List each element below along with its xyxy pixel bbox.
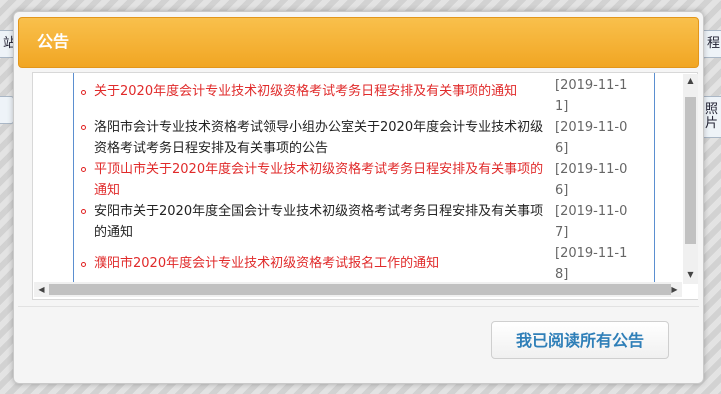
horizontal-scroll-thumb[interactable] — [49, 284, 671, 295]
dialog-title: 公告 — [37, 32, 70, 51]
announcement-date: [2019-11-18] — [555, 246, 628, 282]
announcement-date: [2019-11-11] — [555, 78, 628, 114]
announcement-date: [2019-11-06] — [555, 120, 628, 156]
announcement-list-frame: 关于2020年度会计专业技术初级资格考试考务日程安排及有关事项的通知 [2019… — [32, 72, 698, 300]
announcement-link[interactable]: 安阳市关于2020年度全国会计专业技术初级资格考试考务日程安排及有关事项的通知 — [94, 201, 546, 243]
announcement-link[interactable]: 平顶山市关于2020年度会计专业技术初级资格考试考务日程安排及有关事项的通知 — [94, 159, 546, 201]
bullet-icon — [81, 209, 86, 214]
horizontal-scrollbar[interactable]: ◀ ▶ — [34, 282, 682, 297]
vertical-scroll-thumb[interactable] — [685, 97, 696, 244]
background-tab-right-2-label: 照片 — [705, 102, 719, 131]
announcement-link[interactable]: 关于2020年度会计专业技术初级资格考试考务日程安排及有关事项的通知 — [94, 81, 546, 102]
read-all-button[interactable]: 我已阅读所有公告 — [491, 321, 669, 359]
announcement-list: 关于2020年度会计专业技术初级资格考试考务日程安排及有关事项的通知 [2019… — [73, 73, 655, 293]
bullet-icon — [81, 125, 86, 130]
announcement-date: [2019-11-06] — [555, 162, 628, 198]
scroll-down-icon[interactable]: ▼ — [683, 270, 698, 280]
scroll-left-icon[interactable]: ◀ — [34, 285, 49, 295]
vertical-scrollbar[interactable]: ▲ ▼ — [683, 74, 698, 284]
scrollbar-corner — [683, 284, 698, 299]
bullet-icon — [81, 262, 86, 267]
announcement-link[interactable]: 濮阳市2020年度会计专业技术初级资格考试报名工作的通知 — [94, 253, 546, 274]
announcement-date: [2019-11-07] — [555, 204, 628, 240]
announcement-dialog: 公告 关于2020年度会计专业技术初级资格考试考务日程安排及有关事项的通知 [2… — [13, 11, 704, 384]
background-tab-left-2[interactable] — [0, 96, 14, 124]
dialog-header: 公告 — [18, 17, 699, 68]
footer-divider — [18, 306, 699, 307]
scroll-up-icon[interactable]: ▲ — [683, 76, 698, 86]
background-tab-right-label: 程 — [707, 36, 721, 51]
announcement-link[interactable]: 洛阳市会计专业技术资格考试领导小组办公室关于2020年度会计专业技术初级资格考试… — [94, 117, 546, 159]
bullet-icon — [81, 167, 86, 172]
scroll-right-icon[interactable]: ▶ — [667, 285, 682, 295]
bullet-icon — [81, 90, 86, 95]
